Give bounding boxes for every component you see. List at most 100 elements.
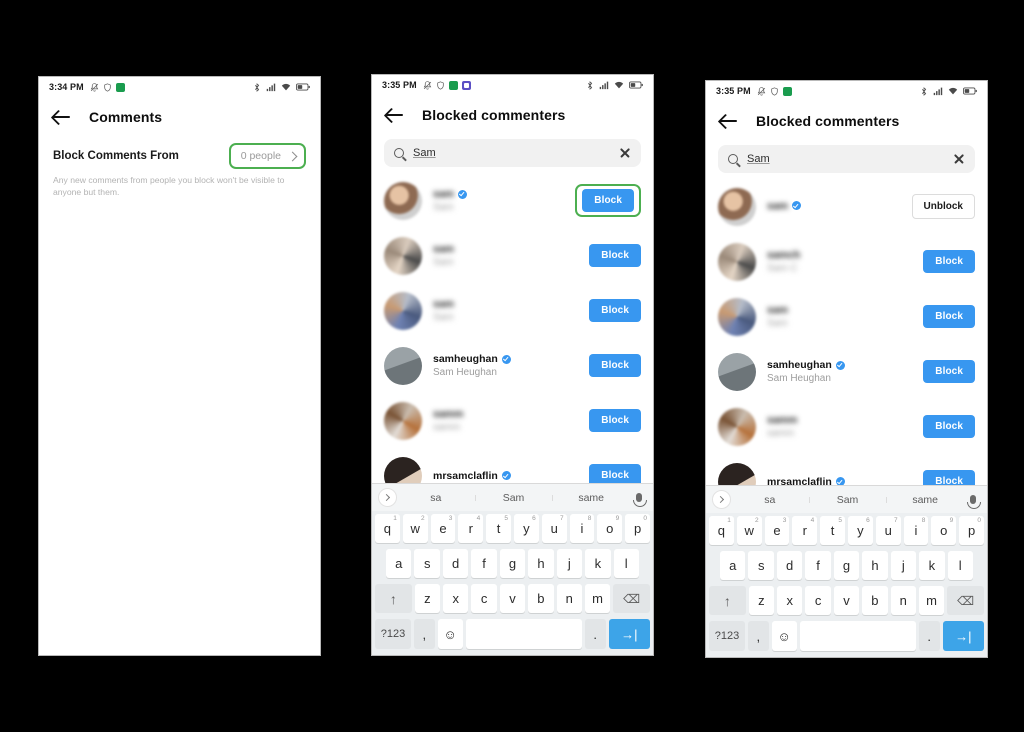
block-button[interactable]: Block — [589, 409, 641, 432]
block-comments-value-pill[interactable]: 0 people — [228, 143, 306, 169]
key-a[interactable]: a — [720, 551, 746, 580]
search-input[interactable]: Sam — [747, 153, 944, 165]
enter-icon[interactable]: →| — [942, 621, 984, 651]
key-v[interactable]: v — [833, 586, 860, 615]
suggestion-1[interactable]: sa — [397, 492, 475, 504]
key-e[interactable]: 3e — [764, 516, 790, 545]
block-button[interactable]: Block — [589, 244, 641, 267]
key-s[interactable]: s — [748, 551, 774, 580]
numeric-key[interactable]: ?123 — [375, 619, 411, 649]
key-y[interactable]: 6y — [514, 514, 539, 543]
key-l[interactable]: l — [613, 549, 639, 578]
key-g[interactable]: g — [833, 551, 860, 580]
key-k[interactable]: k — [585, 549, 611, 578]
key-l[interactable]: l — [947, 551, 973, 580]
list-item[interactable]: sam Sam Block — [372, 283, 653, 338]
search-bar[interactable]: Sam — [384, 139, 641, 167]
key-w[interactable]: 2w — [736, 516, 762, 545]
key-v[interactable]: v — [499, 584, 526, 613]
numeric-key[interactable]: ?123 — [709, 621, 745, 651]
emoji-icon[interactable]: ☺ — [437, 619, 463, 649]
block-button[interactable]: Block — [582, 189, 634, 212]
suggestion-2[interactable]: Sam — [474, 492, 553, 504]
block-button[interactable]: Block — [589, 354, 641, 377]
key-c[interactable]: c — [805, 586, 831, 615]
key-c[interactable]: c — [471, 584, 497, 613]
key-h[interactable]: h — [862, 551, 888, 580]
block-button[interactable]: Block — [923, 415, 975, 438]
clear-icon[interactable] — [953, 153, 965, 165]
key-j[interactable]: j — [556, 549, 583, 578]
key-r[interactable]: 4r — [792, 516, 818, 545]
key-h[interactable]: h — [528, 549, 554, 578]
key-g[interactable]: g — [499, 549, 526, 578]
suggestion-3[interactable]: same — [552, 492, 630, 504]
key-i[interactable]: 8i — [903, 516, 929, 545]
backspace-icon[interactable]: ⌫ — [613, 584, 651, 613]
list-item[interactable]: samheughan Sam Heughan Block — [706, 344, 987, 399]
list-item[interactable]: sam Sam Block — [706, 289, 987, 344]
key-z[interactable]: z — [748, 586, 775, 615]
key-period[interactable]: . — [584, 619, 606, 649]
search-input[interactable]: Sam — [413, 147, 610, 159]
suggestion-1[interactable]: sa — [731, 494, 809, 506]
search-bar[interactable]: Sam — [718, 145, 975, 173]
list-item[interactable]: samheughan Sam Heughan Block — [372, 338, 653, 393]
block-comments-from-row[interactable]: Block Comments From 0 people — [39, 137, 320, 173]
key-s[interactable]: s — [414, 549, 440, 578]
key-q[interactable]: 1q — [709, 516, 734, 545]
key-x[interactable]: x — [443, 584, 469, 613]
key-m[interactable]: m — [918, 586, 945, 615]
list-item[interactable]: sam Unblock — [706, 179, 987, 234]
key-o[interactable]: 9o — [597, 514, 623, 543]
key-p[interactable]: 0p — [625, 514, 650, 543]
key-f[interactable]: f — [471, 549, 497, 578]
key-period[interactable]: . — [918, 621, 940, 651]
space-key[interactable] — [465, 619, 582, 649]
enter-icon[interactable]: →| — [608, 619, 650, 649]
microphone-icon[interactable] — [964, 495, 981, 509]
key-a[interactable]: a — [386, 549, 412, 578]
key-r[interactable]: 4r — [458, 514, 484, 543]
shift-icon[interactable]: ↑ — [708, 586, 746, 615]
key-u[interactable]: 7u — [875, 516, 901, 545]
key-n[interactable]: n — [556, 584, 582, 613]
key-b[interactable]: b — [528, 584, 554, 613]
block-button[interactable]: Block — [923, 360, 975, 383]
back-arrow-icon[interactable] — [384, 104, 406, 126]
key-t[interactable]: 5t — [820, 516, 845, 545]
suggestion-2[interactable]: Sam — [808, 494, 887, 506]
shift-icon[interactable]: ↑ — [374, 584, 412, 613]
unblock-button[interactable]: Unblock — [911, 194, 975, 219]
key-y[interactable]: 6y — [848, 516, 873, 545]
key-z[interactable]: z — [414, 584, 441, 613]
space-key[interactable] — [799, 621, 916, 651]
key-u[interactable]: 7u — [541, 514, 567, 543]
key-i[interactable]: 8i — [569, 514, 595, 543]
key-e[interactable]: 3e — [430, 514, 456, 543]
key-k[interactable]: k — [919, 551, 945, 580]
key-comma[interactable]: , — [747, 621, 769, 651]
block-button[interactable]: Block — [589, 299, 641, 322]
key-n[interactable]: n — [890, 586, 916, 615]
key-x[interactable]: x — [777, 586, 803, 615]
clear-icon[interactable] — [619, 147, 631, 159]
emoji-icon[interactable]: ☺ — [771, 621, 797, 651]
suggestion-3[interactable]: same — [886, 494, 964, 506]
key-t[interactable]: 5t — [486, 514, 511, 543]
key-f[interactable]: f — [805, 551, 831, 580]
back-arrow-icon[interactable] — [51, 106, 73, 128]
key-o[interactable]: 9o — [931, 516, 957, 545]
chevron-right-icon[interactable] — [712, 490, 731, 509]
list-item[interactable]: sam Sam Block — [372, 228, 653, 283]
block-button[interactable]: Block — [923, 250, 975, 273]
list-item[interactable]: samm samm Block — [372, 393, 653, 448]
list-item[interactable]: samm samm Block — [706, 399, 987, 454]
key-w[interactable]: 2w — [402, 514, 428, 543]
key-d[interactable]: d — [442, 549, 469, 578]
back-arrow-icon[interactable] — [718, 110, 740, 132]
list-item[interactable]: sam Sam Block — [372, 173, 653, 228]
key-m[interactable]: m — [584, 584, 611, 613]
backspace-icon[interactable]: ⌫ — [947, 586, 985, 615]
key-b[interactable]: b — [862, 586, 888, 615]
